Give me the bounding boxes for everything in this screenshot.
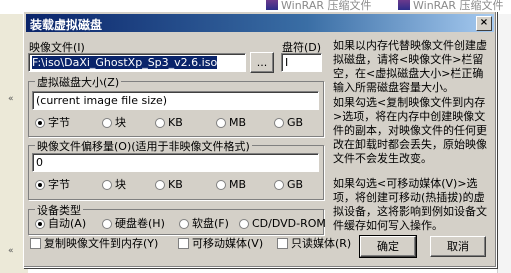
offset-unit-gb-radio[interactable]: GB [274,178,303,191]
radio-icon [179,219,189,229]
radio-label: 字节 [48,116,70,129]
radio-icon [274,118,284,128]
removable-media-checkbox[interactable]: 可移动媒体(V) [178,237,263,250]
offset-input[interactable]: 0 [32,153,319,172]
radio-selected-icon [35,118,45,128]
radio-icon [102,180,112,190]
size-unit-gb-radio[interactable]: GB [274,116,303,129]
winrar-icon [266,0,278,10]
title-bar: 装载虚拟磁盘 × [26,14,494,32]
radio-icon [155,118,165,128]
checkbox-label: 可移动媒体(V) [192,237,264,250]
radio-selected-icon [35,219,45,229]
offset-legend: 映像文件偏移量(O)(适用于非映像文件格式) [35,138,252,154]
checkbox-label: 复制映像文件到内存(Y) [44,237,159,250]
radio-icon [102,118,112,128]
radio-icon [155,180,165,190]
device-type-legend: 设备类型 [35,202,83,218]
winrar-icon [398,0,410,10]
disk-size-legend: 虚拟磁盘大小(Z) [35,74,122,90]
cancel-button[interactable]: 取消 [430,236,486,257]
device-hdd-radio[interactable]: 硬盘卷(H) [102,217,165,230]
radio-label: 块 [115,178,126,191]
radio-icon [216,118,226,128]
radio-label: 字节 [48,178,70,191]
drive-letter-input[interactable]: I [281,53,322,72]
radio-icon [274,180,284,190]
offset-unit-kb-radio[interactable]: KB [155,178,183,191]
image-file-input[interactable]: F:\iso\DaXi_GhostXp_Sp3_v2.6.iso [28,53,246,72]
ok-button[interactable]: 确定 [359,235,417,258]
radio-label: KB [168,116,183,129]
radio-label: KB [168,178,183,191]
chevron-double-icon: « [8,246,14,256]
readonly-media-checkbox[interactable]: 只读媒体(R) [277,237,351,250]
disk-size-group: 虚拟磁盘大小(Z) (current image file size) 字节 块… [28,74,324,137]
mount-virtual-disk-dialog: 装载虚拟磁盘 × 映像文件(I) F:\iso\DaXi_GhostXp_Sp3… [23,11,497,268]
dialog-title: 装载虚拟磁盘 [30,18,103,32]
background-right-scrollbar [497,14,511,273]
disk-size-input[interactable]: (current image file size) [32,91,319,110]
radio-icon [102,219,112,229]
offset-unit-mb-radio[interactable]: MB [216,178,246,191]
offset-group: 映像文件偏移量(O)(适用于非映像文件格式) 0 字节 块 KB MB GB [28,138,324,200]
radio-label: 硬盘卷(H) [115,217,165,230]
help-text-3: 如果勾选<可移动媒体(V)>选项，将创建可移动(热插拔)的虚拟设备，这将影响到例… [333,177,487,232]
device-auto-radio[interactable]: 自动(A) [35,217,86,230]
device-floppy-radio[interactable]: 软盘(F) [179,217,229,230]
device-cdrom-radio[interactable]: CD/DVD-ROM [239,217,326,230]
chevron-double-icon: « [8,94,14,104]
radio-label: GB [287,178,304,191]
radio-icon [239,219,249,229]
checkbox-icon [178,238,189,249]
size-unit-mb-radio[interactable]: MB [216,116,246,129]
image-file-value: F:\iso\DaXi_GhostXp_Sp3_v2.6.iso [32,56,218,69]
copy-to-memory-checkbox[interactable]: 复制映像文件到内存(Y) [30,237,158,250]
radio-label: 自动(A) [48,217,87,230]
radio-label: MB [229,116,247,129]
size-unit-bytes-radio[interactable]: 字节 [35,116,70,129]
checkbox-icon [30,238,41,249]
checkbox-icon [277,238,288,249]
radio-label: CD/DVD-ROM [252,217,326,230]
device-type-group: 设备类型 自动(A) 硬盘卷(H) 软盘(F) CD/DVD-ROM [28,202,326,235]
radio-label: 块 [115,116,126,129]
browse-button[interactable]: ... [250,52,274,73]
help-text-2: 如果勾选<复制映像文件到内存>选项，将在内存中创建映像文件的副本，对映像文件的任… [333,96,487,165]
radio-selected-icon [35,180,45,190]
radio-icon [216,180,226,190]
checkbox-label: 只读媒体(R) [291,237,352,250]
radio-label: 软盘(F) [192,217,229,230]
radio-label: MB [229,178,247,191]
size-unit-blocks-radio[interactable]: 块 [102,116,126,129]
offset-unit-bytes-radio[interactable]: 字节 [35,178,70,191]
size-unit-kb-radio[interactable]: KB [155,116,183,129]
help-text-1: 如果以内存代替映像文件创建虚拟磁盘，请将<映像文件>栏留空，在<虚拟磁盘大小>栏… [333,39,487,94]
close-button[interactable]: × [476,16,492,31]
offset-unit-blocks-radio[interactable]: 块 [102,178,126,191]
radio-label: GB [287,116,304,129]
